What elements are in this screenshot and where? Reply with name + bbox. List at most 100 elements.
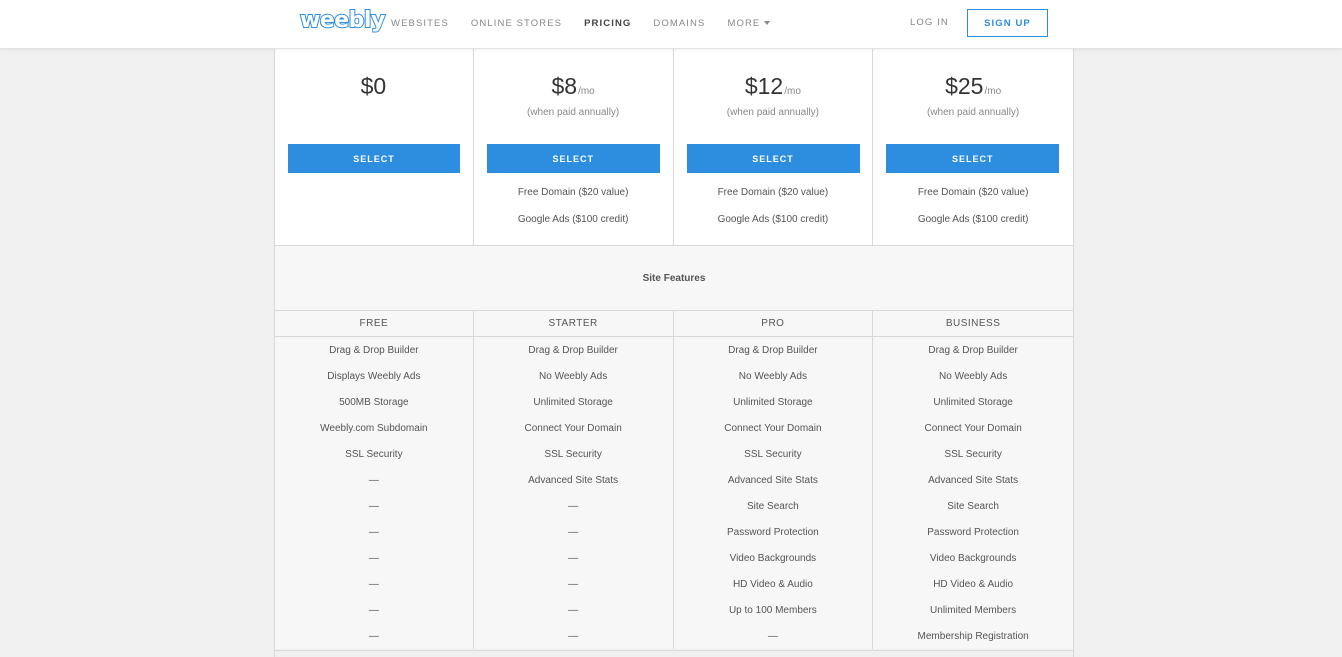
feature-item: Advanced Site Stats (928, 474, 1019, 486)
perk-domain: Free Domain ($20 value) (517, 187, 629, 198)
feature-item: Connect Your Domain (924, 422, 1022, 434)
feature-item: — (368, 552, 379, 564)
feature-item: SSL Security (944, 448, 1002, 460)
price-amount: $12 (744, 73, 784, 99)
price-period: /mo (784, 86, 801, 97)
billing-note: (when paid annually) (926, 107, 1020, 118)
feature-item: Weebly.com Subdomain (320, 422, 428, 434)
column-header: STARTER (473, 311, 673, 337)
feature-item: — (568, 552, 579, 564)
feature-item: Connect Your Domain (524, 422, 622, 434)
chevron-down-icon (764, 21, 771, 26)
nav-websites[interactable]: WEBSITES (391, 18, 449, 29)
feature-item: — (368, 630, 379, 642)
nav-domains[interactable]: DOMAINS (653, 18, 705, 29)
feature-item: Membership Registration (917, 630, 1029, 642)
feature-item: Unlimited Storage (533, 396, 613, 408)
feature-item: Advanced Site Stats (727, 474, 818, 486)
feature-item: Unlimited Members (930, 604, 1017, 616)
weebly-logo[interactable]: weebly (299, 7, 386, 34)
feature-item: Unlimited Storage (933, 396, 1013, 408)
feature-item: — (568, 578, 579, 590)
price-amount: $0 (360, 73, 387, 99)
feature-item: Video Backgrounds (729, 552, 817, 564)
feature-item: Site Search (747, 500, 799, 512)
feature-item: SSL Security (544, 448, 602, 460)
column-header: PRO (673, 311, 873, 337)
feature-item: Advanced Site Stats (528, 474, 619, 486)
plan-price: $8/mo (474, 73, 673, 100)
feature-item: — (568, 630, 579, 642)
feature-item: — (767, 630, 778, 642)
feature-item: Unlimited Storage (733, 396, 813, 408)
select-business-button[interactable]: SELECT (886, 144, 1060, 173)
billing-note: (when paid annually) (526, 107, 620, 118)
feature-column-business: BUSINESS Drag & Drop Builder No Weebly Ads… (873, 311, 1073, 649)
select-free-button[interactable]: SELECT (288, 144, 460, 173)
signup-button[interactable]: SIGN UP (967, 9, 1048, 37)
feature-item: HD Video & Audio (732, 578, 813, 590)
feature-item: — (568, 604, 579, 616)
feature-item: Displays Weebly Ads (327, 370, 421, 382)
nav-more[interactable]: MORE (727, 18, 771, 29)
plan-card-free: $0 SELECT (275, 49, 474, 245)
price-period: /mo (578, 86, 595, 97)
nav-online-stores[interactable]: ONLINE STORES (471, 18, 562, 29)
feature-comparison-table: FREE Drag & Drop Builder Displays Weebly A… (275, 311, 1073, 649)
plan-price: $12/mo (674, 73, 873, 100)
feature-item: — (568, 500, 579, 512)
feature-item: — (368, 526, 379, 538)
feature-item: — (568, 526, 579, 538)
feature-item: Up to 100 Members (728, 604, 817, 616)
plan-card-pro: $12/mo (when paid annually) SELECT Free … (673, 49, 874, 245)
divider (275, 650, 1073, 651)
price-period: /mo (984, 86, 1002, 97)
feature-item: — (368, 578, 379, 590)
select-pro-button[interactable]: SELECT (686, 144, 860, 173)
feature-item: Drag & Drop Builder (528, 344, 618, 356)
plan-price: $0 (275, 73, 473, 100)
feature-item: 500MB Storage (339, 396, 409, 408)
feature-item: Site Search (947, 500, 999, 512)
plan-cards: $0 SELECT $8/mo (when paid annually) SEL… (275, 49, 1073, 245)
feature-item: — (368, 604, 379, 616)
column-header: BUSINESS (873, 311, 1073, 337)
perk-ads: Google Ads ($100 credit) (917, 214, 1029, 225)
feature-item: No Weebly Ads (939, 370, 1008, 382)
column-header: FREE (275, 311, 473, 337)
perk-ads: Google Ads ($100 credit) (717, 214, 829, 225)
feature-item: HD Video & Audio (933, 578, 1014, 590)
price-amount: $8 (551, 73, 578, 99)
login-link[interactable]: LOG IN (910, 17, 949, 28)
feature-item: Password Protection (927, 526, 1019, 538)
feature-column-starter: STARTER Drag & Drop Builder No Weebly Ads U… (473, 311, 674, 649)
perk-domain: Free Domain ($20 value) (717, 187, 829, 198)
main-nav: WEBSITES ONLINE STORES PRICING DOMAINS M… (391, 18, 792, 29)
plan-card-starter: $8/mo (when paid annually) SELECT Free D… (473, 49, 674, 245)
feature-item: — (368, 474, 379, 486)
perk-ads: Google Ads ($100 credit) (517, 214, 629, 225)
feature-column-free: FREE Drag & Drop Builder Displays Weebly A… (275, 311, 474, 649)
pricing-table: $0 SELECT $8/mo (when paid annually) SEL… (274, 49, 1074, 657)
nav-more-label: MORE (727, 18, 761, 29)
plan-price: $25/mo (873, 73, 1073, 100)
feature-column-pro: PRO Drag & Drop Builder No Weebly Ads Unlim… (673, 311, 874, 649)
feature-item: Password Protection (727, 526, 819, 538)
top-navigation-bar: weebly WEBSITES ONLINE STORES PRICING DO… (0, 0, 1342, 49)
feature-item: SSL Security (744, 448, 802, 460)
feature-item: Drag & Drop Builder (928, 344, 1018, 356)
price-amount: $25 (945, 73, 984, 99)
feature-item: Drag & Drop Builder (728, 344, 818, 356)
feature-item: Drag & Drop Builder (329, 344, 419, 356)
feature-item: Connect Your Domain (724, 422, 822, 434)
feature-item: Video Backgrounds (929, 552, 1017, 564)
billing-note: (when paid annually) (726, 107, 820, 118)
plan-card-business: $25/mo (when paid annually) SELECT Free … (873, 49, 1073, 245)
nav-pricing[interactable]: PRICING (584, 18, 631, 29)
feature-item: No Weebly Ads (738, 370, 807, 382)
perk-domain: Free Domain ($20 value) (917, 187, 1029, 198)
feature-item: No Weebly Ads (539, 370, 608, 382)
site-features-heading: Site Features (275, 245, 1073, 311)
feature-item: — (368, 500, 379, 512)
select-starter-button[interactable]: SELECT (486, 144, 660, 173)
